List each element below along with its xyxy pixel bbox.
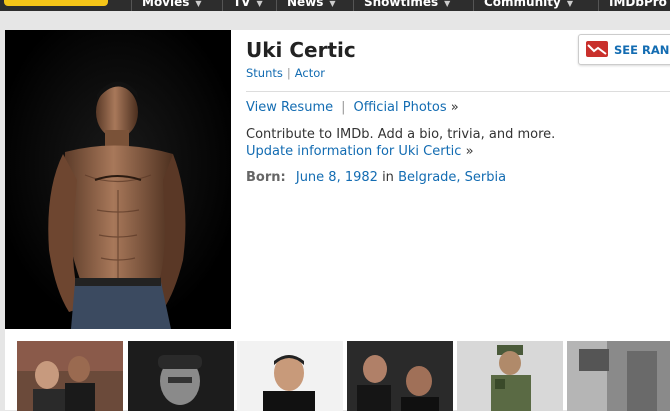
nav-community[interactable]: Community ▼ xyxy=(473,0,583,11)
photo-thumbnail[interactable] xyxy=(347,341,453,411)
thumbnail-image xyxy=(237,341,343,411)
arrow-icon: » xyxy=(465,144,474,159)
see-rank-button[interactable]: SEE RANK xyxy=(578,34,670,65)
role-stunts-link[interactable]: Stunts xyxy=(246,66,283,80)
thumbnail-image xyxy=(17,341,123,411)
birth-place-link[interactable]: Belgrade, Serbia xyxy=(398,170,506,185)
nav-news-label: News xyxy=(287,0,324,9)
arrow-icon: » xyxy=(450,100,459,115)
link-separator: | xyxy=(341,100,346,115)
nav-movies-label: Movies xyxy=(142,0,190,9)
nav-tv-label: TV xyxy=(233,0,251,9)
photo-thumbnail[interactable] xyxy=(17,341,123,411)
thumbnail-image xyxy=(128,341,234,411)
nav-community-label: Community xyxy=(484,0,561,9)
view-resume-link[interactable]: View Resume xyxy=(246,100,333,115)
chevron-down-icon: ▼ xyxy=(256,0,263,8)
person-name: Uki Certic xyxy=(246,38,356,62)
chevron-down-icon: ▼ xyxy=(566,0,573,8)
nav-movies[interactable]: Movies ▼ xyxy=(131,0,212,11)
thumbnail-image xyxy=(567,341,670,411)
chevron-down-icon: ▼ xyxy=(195,0,202,8)
born-label: Born: xyxy=(246,170,286,185)
born-in-text: in xyxy=(382,170,394,185)
profile-photo[interactable] xyxy=(5,30,231,329)
chevron-down-icon: ▼ xyxy=(329,0,336,8)
photo-thumbnail[interactable] xyxy=(237,341,343,411)
update-information-link[interactable]: Update information for Uki Certic xyxy=(246,144,461,159)
nav-imdbpro-label: IMDbPro xyxy=(609,0,667,9)
nav-showtimes-label: Showtimes xyxy=(364,0,439,9)
thumbnail-image xyxy=(457,341,563,411)
person-roles: Stunts | Actor xyxy=(246,66,325,80)
official-photos-link[interactable]: Official Photos xyxy=(354,100,447,115)
contribute-block: Contribute to IMDb. Add a bio, trivia, a… xyxy=(246,126,555,160)
profile-photo-image xyxy=(5,30,231,329)
resume-photos-links: View Resume | Official Photos » xyxy=(246,100,459,115)
photo-thumbnail[interactable] xyxy=(567,341,670,411)
role-actor-link[interactable]: Actor xyxy=(295,66,325,80)
person-overview-panel: Uki Certic Stunts | Actor View Resume | Offi… xyxy=(5,30,670,411)
see-rank-label: SEE RANK xyxy=(614,43,670,57)
section-divider xyxy=(246,91,670,92)
nav-showtimes[interactable]: Showtimes ▼ xyxy=(353,0,460,11)
starmeter-chart-icon xyxy=(586,41,608,57)
born-info: Born: June 8, 1982 in Belgrade, Serbia xyxy=(246,170,506,185)
chevron-down-icon: ▼ xyxy=(444,0,451,8)
imdb-logo[interactable] xyxy=(4,0,108,6)
role-separator: | xyxy=(286,66,291,80)
nav-news[interactable]: News ▼ xyxy=(276,0,346,11)
birth-date-link[interactable]: June 8, 1982 xyxy=(296,170,378,185)
contribute-text: Contribute to IMDb. Add a bio, trivia, a… xyxy=(246,127,556,142)
thumbnail-image xyxy=(347,341,453,411)
nav-tv[interactable]: TV ▼ xyxy=(222,0,273,11)
nav-imdbpro[interactable]: IMDbPro xyxy=(598,0,670,11)
photo-thumbnail[interactable] xyxy=(128,341,234,411)
top-nav-bar: Movies ▼ TV ▼ News ▼ Showtimes ▼ Community ▼ … xyxy=(0,0,670,11)
photo-thumbnail[interactable] xyxy=(457,341,563,411)
